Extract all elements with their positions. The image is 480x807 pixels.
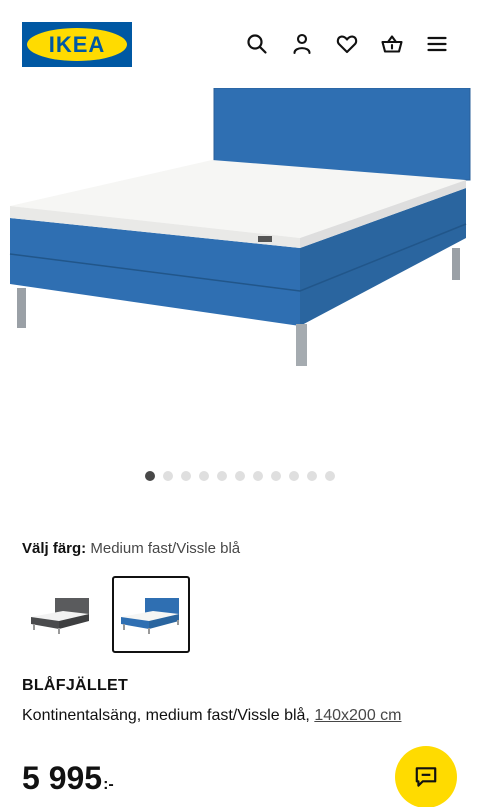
color-label: Välj färg:	[22, 540, 87, 557]
product-description-text: Kontinentalsäng, medium fast/Vissle blå,	[22, 707, 310, 724]
menu-icon[interactable]	[424, 31, 450, 57]
user-icon[interactable]	[289, 31, 315, 57]
heart-icon[interactable]	[334, 31, 360, 57]
size-link[interactable]: 140x200 cm	[314, 707, 401, 724]
basket-icon[interactable]	[379, 31, 405, 57]
swatch-grey[interactable]	[22, 576, 100, 653]
logo-text: IKEA	[48, 31, 106, 57]
carousel-dot[interactable]	[325, 471, 335, 481]
carousel-dot[interactable]	[235, 471, 245, 481]
carousel-dots	[0, 471, 480, 481]
carousel-dot[interactable]	[289, 471, 299, 481]
blue-bed-thumbnail	[121, 597, 179, 634]
product-description: Kontinentalsäng, medium fast/Vissle blå,…	[22, 703, 452, 728]
product-page: IKEA Välj färg: Medium fast/Vissle blå B…	[0, 0, 480, 807]
logo-oval: IKEA	[27, 28, 127, 61]
carousel-dot[interactable]	[307, 471, 317, 481]
search-icon[interactable]	[244, 31, 270, 57]
carousel-dot[interactable]	[145, 471, 155, 481]
header: IKEA	[0, 0, 480, 88]
carousel-dot[interactable]	[163, 471, 173, 481]
color-swatches	[22, 576, 190, 653]
price-value: 5 995	[22, 760, 103, 796]
header-icons	[244, 31, 450, 57]
color-value: Medium fast/Vissle blå	[90, 540, 241, 557]
bed-illustration	[9, 87, 471, 366]
carousel-dot[interactable]	[181, 471, 191, 481]
carousel-dot[interactable]	[271, 471, 281, 481]
swatch-blue[interactable]	[112, 576, 190, 653]
price: 5 995 :-	[22, 760, 114, 797]
carousel-dot[interactable]	[253, 471, 263, 481]
price-suffix: :-	[103, 776, 114, 793]
carousel-dot[interactable]	[217, 471, 227, 481]
color-selector-label: Välj färg: Medium fast/Vissle blå	[22, 540, 240, 557]
ikea-logo[interactable]: IKEA	[22, 22, 132, 67]
product-image[interactable]	[0, 87, 480, 448]
chat-icon	[415, 767, 437, 787]
carousel-dot[interactable]	[199, 471, 209, 481]
grey-bed-thumbnail	[31, 597, 89, 634]
product-name: BLÅFJÄLLET	[22, 677, 129, 694]
chat-button[interactable]	[395, 746, 457, 807]
